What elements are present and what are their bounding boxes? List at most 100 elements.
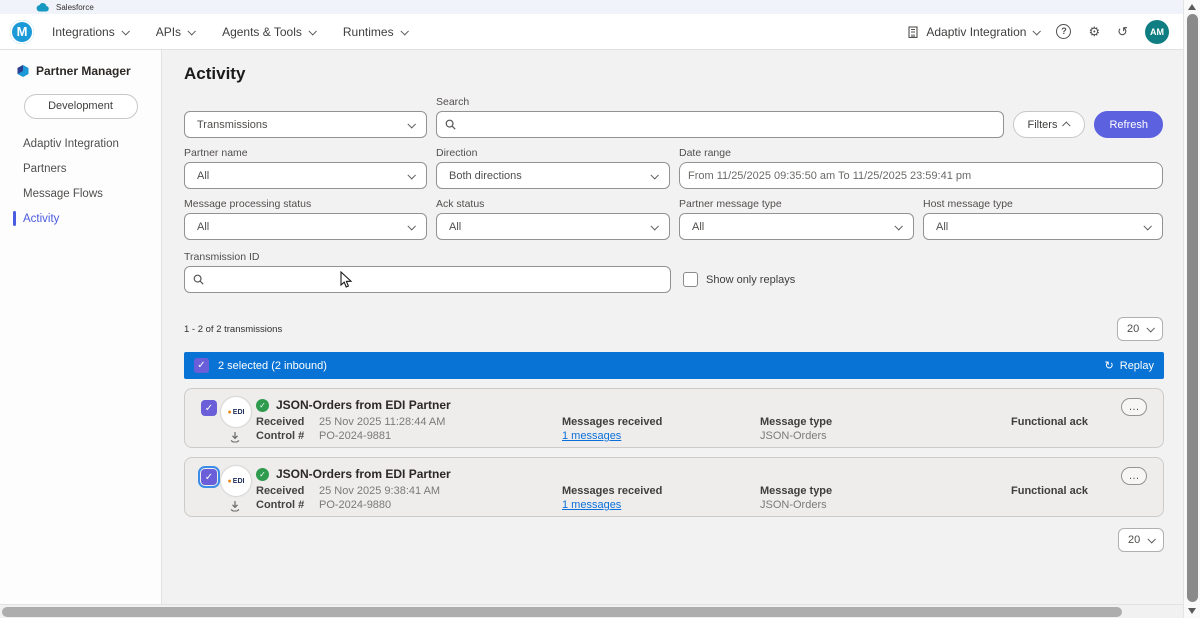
search-label: Search [436,96,470,108]
replay-button[interactable]: ↻ Replay [1105,359,1154,373]
select-all-checkbox[interactable]: ✓ [194,358,209,373]
row-actions-menu-button[interactable]: … [1121,398,1147,416]
transmission-id-input[interactable] [210,273,662,286]
nav-menu-integrations[interactable]: Integrations [52,25,130,39]
chevron-down-icon [1147,535,1156,544]
history-icon[interactable]: ↺ [1117,25,1128,38]
sidebar-item-adaptiv-integration[interactable]: Adaptiv Integration [0,133,161,155]
page-size-select-bottom[interactable]: 20 [1118,528,1164,552]
card-main: ✓ JSON-Orders from EDI Partner Received … [256,467,451,511]
logo-dot-icon: ● [227,477,232,485]
nav-menu-runtimes[interactable]: Runtimes [343,25,409,39]
main-content: Activity Transmissions Search Filters Re… [162,50,1183,604]
received-value: 25 Nov 2025 9:38:41 AM [319,485,441,497]
partner-name-select[interactable]: All [184,162,427,189]
ack-status-select[interactable]: All [436,213,670,240]
horizontal-scrollbar[interactable] [0,604,1183,618]
messages-column: Messages received 1 messages [562,416,663,442]
search-icon [445,119,456,130]
brand-label: Salesforce [56,2,94,12]
row-actions-menu-button[interactable]: … [1121,467,1147,485]
received-value: 25 Nov 2025 11:28:44 AM [319,416,446,428]
control-label: Control # [256,499,305,511]
logo-dot-icon: ● [227,408,232,416]
chevron-down-icon [1143,221,1152,231]
show-only-replays: Show only replays [683,272,795,287]
scroll-down-arrow-icon[interactable] [1188,608,1196,614]
message-type-column: Message type JSON-Orders [760,416,833,442]
transmission-id-label: Transmission ID [184,251,260,263]
row-checkbox[interactable]: ✓ [201,400,217,416]
date-range-input[interactable]: From 11/25/2025 09:35:50 am To 11/25/202… [679,162,1163,189]
filter-partner-message-type: Partner message type All [679,198,914,240]
vertical-scroll-thumb[interactable] [1187,14,1198,602]
sidebar-item-message-flows[interactable]: Message Flows [0,183,161,205]
bottom-pager: 20 [184,528,1164,552]
sidebar-item-partners[interactable]: Partners [0,158,161,180]
chevron-down-icon [1146,324,1155,333]
gear-icon[interactable]: ⚙ [1088,25,1100,38]
show-only-replays-checkbox[interactable] [683,272,698,287]
record-type-select[interactable]: Transmissions [184,111,427,138]
transmission-id-box [184,266,671,293]
chevron-down-icon [187,26,197,36]
sidebar-item-activity[interactable]: Activity [0,208,161,230]
received-label: Received [256,485,305,497]
nav-menu-apis[interactable]: APIs [156,25,197,39]
search-row: Transmissions Search Filters Refresh [184,96,1163,138]
filter-ack-status: Ack status All [436,198,670,240]
message-type-column: Message type JSON-Orders [760,485,833,511]
org-switcher[interactable]: Adaptiv Integration [907,25,1042,39]
app-header: Partner Manager [0,50,161,78]
horizontal-scroll-thumb[interactable] [2,607,1122,617]
selection-count: 2 selected (2 inbound) [218,359,327,372]
host-message-type-select[interactable]: All [923,213,1163,240]
search-input[interactable] [462,118,995,131]
chevron-down-icon [650,221,659,231]
messages-column: Messages received 1 messages [562,485,663,511]
nav-menus: Integrations APIs Agents & Tools Runtime… [52,25,409,39]
transmission-row[interactable]: ✓ ● EDI ✓ JSON-Orders from EDI Partner Re… [184,388,1164,448]
filter-row-1: Partner name All Direction Both directio… [184,147,1163,189]
help-icon[interactable]: ? [1056,24,1072,39]
functional-ack-column: Functional ack [1011,416,1089,428]
partner-logo: ● EDI [221,397,251,427]
partner-manager-icon [17,65,29,77]
filter-host-message-type: Host message type All [923,198,1163,240]
search-group: Search [436,96,1004,138]
partner-message-type-select[interactable]: All [679,213,914,240]
nav-right: Adaptiv Integration ? ⚙ ↺ AM [907,19,1169,44]
nav-menu-agents-tools[interactable]: Agents & Tools [222,25,317,39]
building-icon [908,25,918,38]
row-checkbox[interactable]: ✓ [198,466,220,488]
page-size-select-top[interactable]: 20 [1117,317,1163,341]
inbound-direction-icon [230,432,240,443]
functional-ack-column: Functional ack [1011,485,1089,497]
success-status-icon: ✓ [256,467,269,481]
user-avatar[interactable]: AM [1145,19,1169,44]
transmission-title: JSON-Orders from EDI Partner [276,467,451,481]
selection-bar: ✓ 2 selected (2 inbound) ↻ Replay [184,352,1164,379]
search-icon [193,274,204,285]
filter-row-2: Message processing status All Ack status… [184,198,1163,240]
mulesoft-logo-icon[interactable]: M [10,19,34,44]
direction-select[interactable]: Both directions [436,162,670,189]
filters-button[interactable]: Filters [1012,111,1086,138]
active-indicator [13,211,16,226]
results-row: 1 - 2 of 2 transmissions 20 [184,317,1163,341]
chevron-down-icon [400,26,409,36]
inbound-direction-icon [230,501,240,512]
environment-button[interactable]: Development [23,94,138,119]
success-status-icon: ✓ [256,398,269,412]
scroll-up-arrow-icon[interactable] [1188,4,1196,10]
chevron-down-icon [121,26,130,36]
messages-link[interactable]: 1 messages [562,430,662,442]
chevron-down-icon [308,26,317,36]
messages-link[interactable]: 1 messages [562,499,662,511]
control-value: PO-2024-9880 [319,499,392,511]
vertical-scrollbar[interactable] [1183,0,1200,618]
sidebar: Partner Manager Development Adaptiv Inte… [0,50,162,604]
refresh-button[interactable]: Refresh [1094,111,1163,138]
transmission-row[interactable]: ✓ ● EDI ✓ JSON-Orders from EDI Partner Re… [184,457,1164,517]
processing-status-select[interactable]: All [184,213,427,240]
